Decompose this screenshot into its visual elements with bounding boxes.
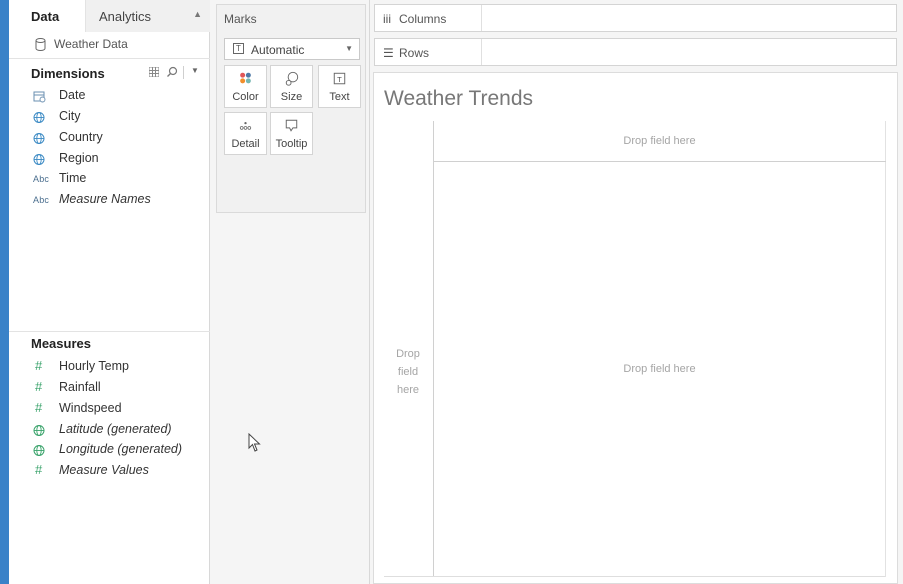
detail-button[interactable]: Detail: [224, 112, 267, 155]
chevron-down-icon[interactable]: ▼: [191, 66, 199, 75]
search-icon[interactable]: [166, 66, 178, 78]
marks-card: Marks T Automatic ▼ Color Size T Text De…: [216, 4, 366, 213]
tab-data-label: Data: [31, 9, 60, 24]
dimension-label: Country: [59, 130, 103, 144]
tooltip-label: Tooltip: [275, 138, 308, 150]
mark-type-dropdown[interactable]: T Automatic ▼: [224, 38, 360, 60]
text-icon: T: [333, 72, 346, 85]
dimension-item-measure-names[interactable]: Abc Measure Names: [9, 190, 210, 210]
globe-icon: [33, 154, 45, 165]
measures-title: Measures: [31, 336, 91, 351]
tab-spinner-icon[interactable]: ▲: [193, 9, 202, 19]
tab-analytics[interactable]: Analytics ▲: [85, 0, 210, 32]
datasource-item[interactable]: Weather Data: [9, 32, 210, 59]
globe-icon: [33, 425, 45, 436]
rows-shelf[interactable]: ☰ Rows: [374, 38, 897, 66]
abc-icon: Abc: [33, 174, 50, 184]
dimension-item-date[interactable]: Date: [9, 86, 210, 106]
columns-icon: iii: [383, 12, 391, 26]
shelf-divider: [481, 39, 482, 65]
datasource-name: Weather Data: [54, 37, 128, 51]
toolbar-divider: [183, 66, 184, 79]
globe-icon: [33, 445, 45, 456]
color-label: Color: [232, 91, 259, 103]
marks-title: Marks: [224, 12, 257, 26]
size-label: Size: [280, 91, 303, 103]
dimensions-header: Dimensions ▼: [9, 60, 210, 84]
tab-analytics-label: Analytics: [99, 9, 152, 24]
measure-item-windspeed[interactable]: # Windspeed: [9, 399, 210, 419]
dimension-label: Measure Names: [59, 192, 151, 206]
measure-item-rainfall[interactable]: # Rainfall: [9, 378, 210, 398]
row-header-divider: [433, 121, 434, 577]
shelf-divider: [481, 5, 482, 31]
tableau-workspace: Data Analytics ▲ Weather Data Dimensions: [0, 0, 903, 584]
dimensions-title: Dimensions: [31, 66, 105, 81]
size-button[interactable]: Size: [270, 65, 313, 108]
view-right-edge: [885, 121, 886, 577]
color-icon: [240, 72, 251, 84]
worksheet-area: iii Columns ☰ Rows Weather Trends Drop f…: [370, 0, 903, 584]
window-edge: [0, 0, 9, 584]
data-pane: Data Analytics ▲ Weather Data Dimensions: [9, 0, 210, 584]
drop-zone-rows-line: Drop: [396, 348, 420, 360]
view-canvas: Weather Trends Drop field here Drop fiel…: [373, 72, 898, 584]
detail-icon: [239, 121, 252, 130]
dimension-label: City: [59, 109, 81, 123]
globe-icon: [33, 112, 45, 123]
measure-item-longitude[interactable]: Longitude (generated): [9, 440, 210, 460]
size-icon: [285, 71, 299, 86]
measure-item-latitude[interactable]: Latitude (generated): [9, 420, 210, 440]
database-icon: [35, 38, 46, 51]
mouse-cursor-icon: [248, 433, 261, 452]
calendar-icon: [33, 91, 46, 103]
measures-divider[interactable]: [9, 331, 210, 332]
view-grid-icon[interactable]: [149, 67, 159, 77]
shelves-pane: Marks T Automatic ▼ Color Size T Text De…: [210, 0, 370, 584]
measure-item-hourly-temp[interactable]: # Hourly Temp: [9, 357, 210, 377]
mark-type-value: Automatic: [251, 43, 305, 57]
drop-zone-columns[interactable]: Drop field here: [434, 135, 885, 147]
tooltip-button[interactable]: Tooltip: [270, 112, 313, 155]
measure-label: Rainfall: [59, 380, 101, 394]
rows-icon: ☰: [383, 46, 394, 60]
pane-tabs: Data Analytics ▲: [9, 0, 210, 32]
dimension-item-time[interactable]: Abc Time: [9, 169, 210, 189]
view-bottom-edge: [384, 576, 885, 577]
rows-label: Rows: [399, 46, 430, 60]
dimension-label: Date: [59, 88, 86, 102]
dimension-label: Time: [59, 171, 87, 185]
globe-icon: [33, 133, 45, 144]
drop-zone-rows-line: here: [396, 384, 420, 396]
text-button[interactable]: T Text: [318, 65, 361, 108]
text-mark-icon: T: [233, 43, 244, 54]
dimension-item-country[interactable]: Country: [9, 128, 210, 148]
columns-shelf[interactable]: iii Columns: [374, 4, 897, 32]
dimension-label: Region: [59, 151, 99, 165]
tab-data[interactable]: Data: [9, 0, 85, 32]
drop-zone-rows[interactable]: Drop field here: [384, 345, 432, 399]
dimension-item-region[interactable]: Region: [9, 149, 210, 169]
dimensions-tools: ▼: [149, 66, 207, 80]
measure-label: Hourly Temp: [59, 359, 129, 373]
measure-label: Latitude (generated): [59, 422, 172, 436]
columns-label: Columns: [399, 12, 447, 26]
dimension-item-city[interactable]: City: [9, 107, 210, 127]
tooltip-icon: [285, 119, 298, 132]
column-header-divider: [433, 161, 886, 162]
measure-label: Measure Values: [59, 463, 149, 477]
text-label: Text: [329, 91, 350, 103]
measure-item-measure-values[interactable]: # Measure Values: [9, 461, 210, 481]
abc-icon: Abc: [33, 195, 50, 205]
detail-label: Detail: [231, 138, 260, 150]
drop-zone-rows-line: field: [397, 366, 419, 378]
chevron-down-icon: ▼: [345, 44, 353, 53]
svg-text:T: T: [337, 75, 342, 84]
measure-label: Windspeed: [59, 401, 122, 415]
measure-label: Longitude (generated): [59, 442, 183, 456]
view-title[interactable]: Weather Trends: [384, 87, 533, 111]
drop-zone-canvas[interactable]: Drop field here: [434, 363, 885, 375]
color-button[interactable]: Color: [224, 65, 267, 108]
